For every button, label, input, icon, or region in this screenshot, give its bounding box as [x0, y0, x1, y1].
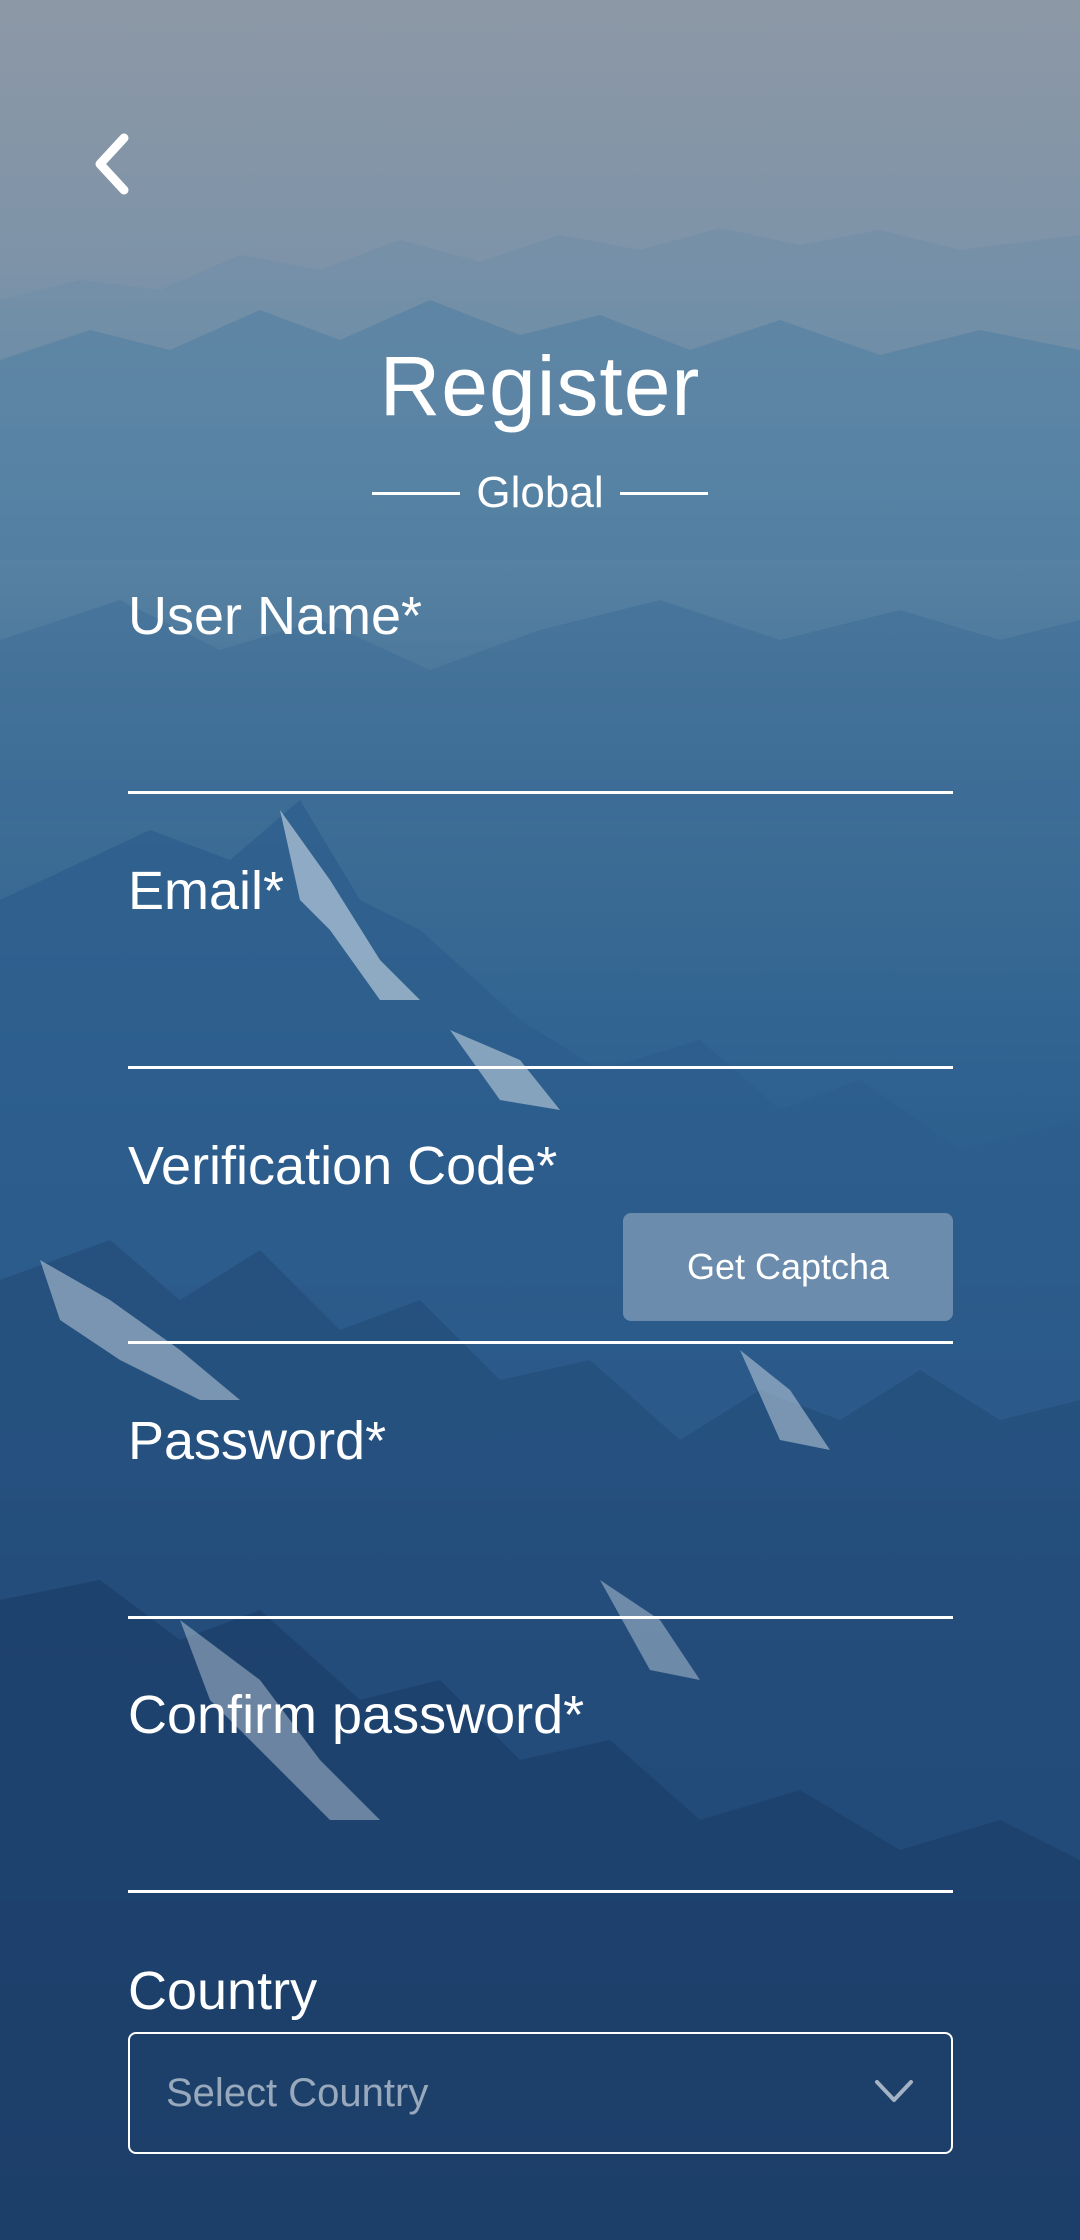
username-input[interactable] — [128, 675, 953, 771]
email-field: Email* — [128, 860, 953, 1070]
email-input[interactable] — [128, 950, 953, 1046]
country-select-placeholder: Select Country — [166, 2070, 429, 2115]
get-captcha-button[interactable]: Get Captcha — [623, 1213, 953, 1321]
password-field: Password* — [128, 1410, 953, 1620]
verification-code-input[interactable] — [128, 1225, 608, 1321]
confirm-password-label: Confirm password* — [128, 1685, 585, 1745]
password-input[interactable] — [128, 1500, 953, 1596]
subtitle-divider-left — [372, 491, 461, 495]
password-label: Password* — [128, 1411, 387, 1471]
region-subtitle: Global — [0, 465, 1080, 521]
page-title: Register — [379, 339, 701, 433]
username-field: User Name* — [128, 585, 953, 795]
password-underline — [128, 1616, 953, 1619]
username-label: User Name* — [128, 586, 423, 646]
subtitle-divider-right — [619, 491, 708, 495]
mountain-background — [0, 0, 1080, 2240]
username-underline — [128, 791, 953, 794]
region-label: Global — [476, 468, 604, 517]
email-label: Email* — [128, 861, 285, 921]
verification-code-label: Verification Code* — [128, 1136, 558, 1196]
country-select[interactable]: Select Country — [128, 2032, 953, 2154]
back-button[interactable] — [84, 128, 144, 200]
confirm-password-input[interactable] — [128, 1774, 953, 1870]
confirm-password-field: Confirm password* — [128, 1684, 953, 1894]
country-field: Country — [128, 1960, 953, 2030]
confirm-password-underline — [128, 1890, 953, 1893]
chevron-down-icon — [875, 2080, 913, 2102]
country-label: Country — [128, 1961, 318, 2021]
email-underline — [128, 1066, 953, 1069]
chevron-left-icon — [95, 133, 129, 195]
verification-code-underline — [128, 1341, 953, 1344]
